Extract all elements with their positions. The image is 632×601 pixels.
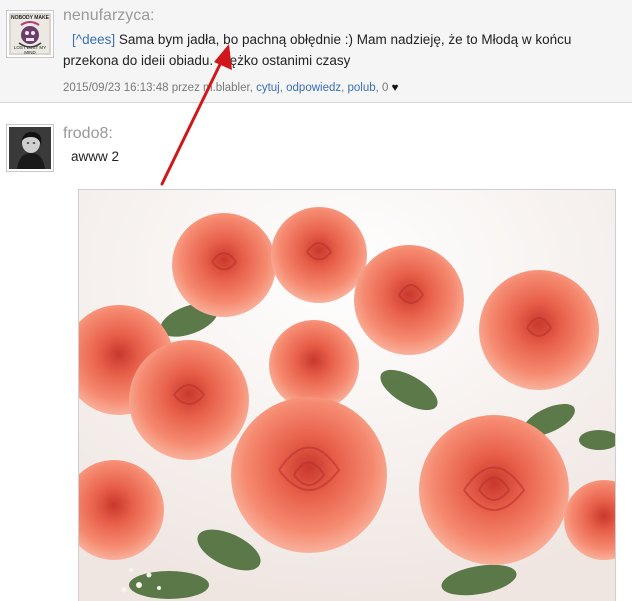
comment-body: [^dees] Sama bym jadła, bo pachną obłędn… [63, 29, 625, 71]
avatar-image [9, 127, 51, 169]
avatar-image: NOBODY MAKE LOST LUST MY MIND [9, 13, 51, 55]
roses-image [79, 190, 615, 601]
heart-icon: ♥ [391, 82, 399, 94]
comment-nenufarzyca: NOBODY MAKE LOST LUST MY MIND nenufarzyc… [0, 0, 632, 102]
attached-photo[interactable] [78, 189, 616, 601]
comment-frodo8: frodo8: awww 2 [0, 110, 632, 601]
comment-text: Sama bym jadła, bo pachną obłędnie :) Ma… [63, 32, 572, 68]
timestamp: 2015/09/23 16:13:48 przez m.blabler, [63, 82, 253, 94]
reply-link[interactable]: odpowiedz [286, 82, 341, 94]
author-name[interactable]: nenufarzyca: [63, 7, 155, 25]
author-name[interactable]: frodo8: [63, 125, 113, 143]
comment-text: awww 2 [71, 149, 120, 164]
avatar-caption-top: NOBODY MAKE [11, 15, 49, 21]
like-count: 0 [382, 82, 389, 94]
quote-link[interactable]: cytuj [256, 82, 280, 94]
avatar-caption-bottom: MIND [24, 50, 36, 55]
comment-meta: 2015/09/23 16:13:48 przez m.blabler, cyt… [63, 82, 399, 94]
avatar[interactable] [6, 124, 54, 172]
reply-tag-link[interactable]: [^dees] [72, 32, 115, 47]
like-link[interactable]: polub [348, 82, 376, 94]
avatar[interactable]: NOBODY MAKE LOST LUST MY MIND [6, 10, 54, 58]
